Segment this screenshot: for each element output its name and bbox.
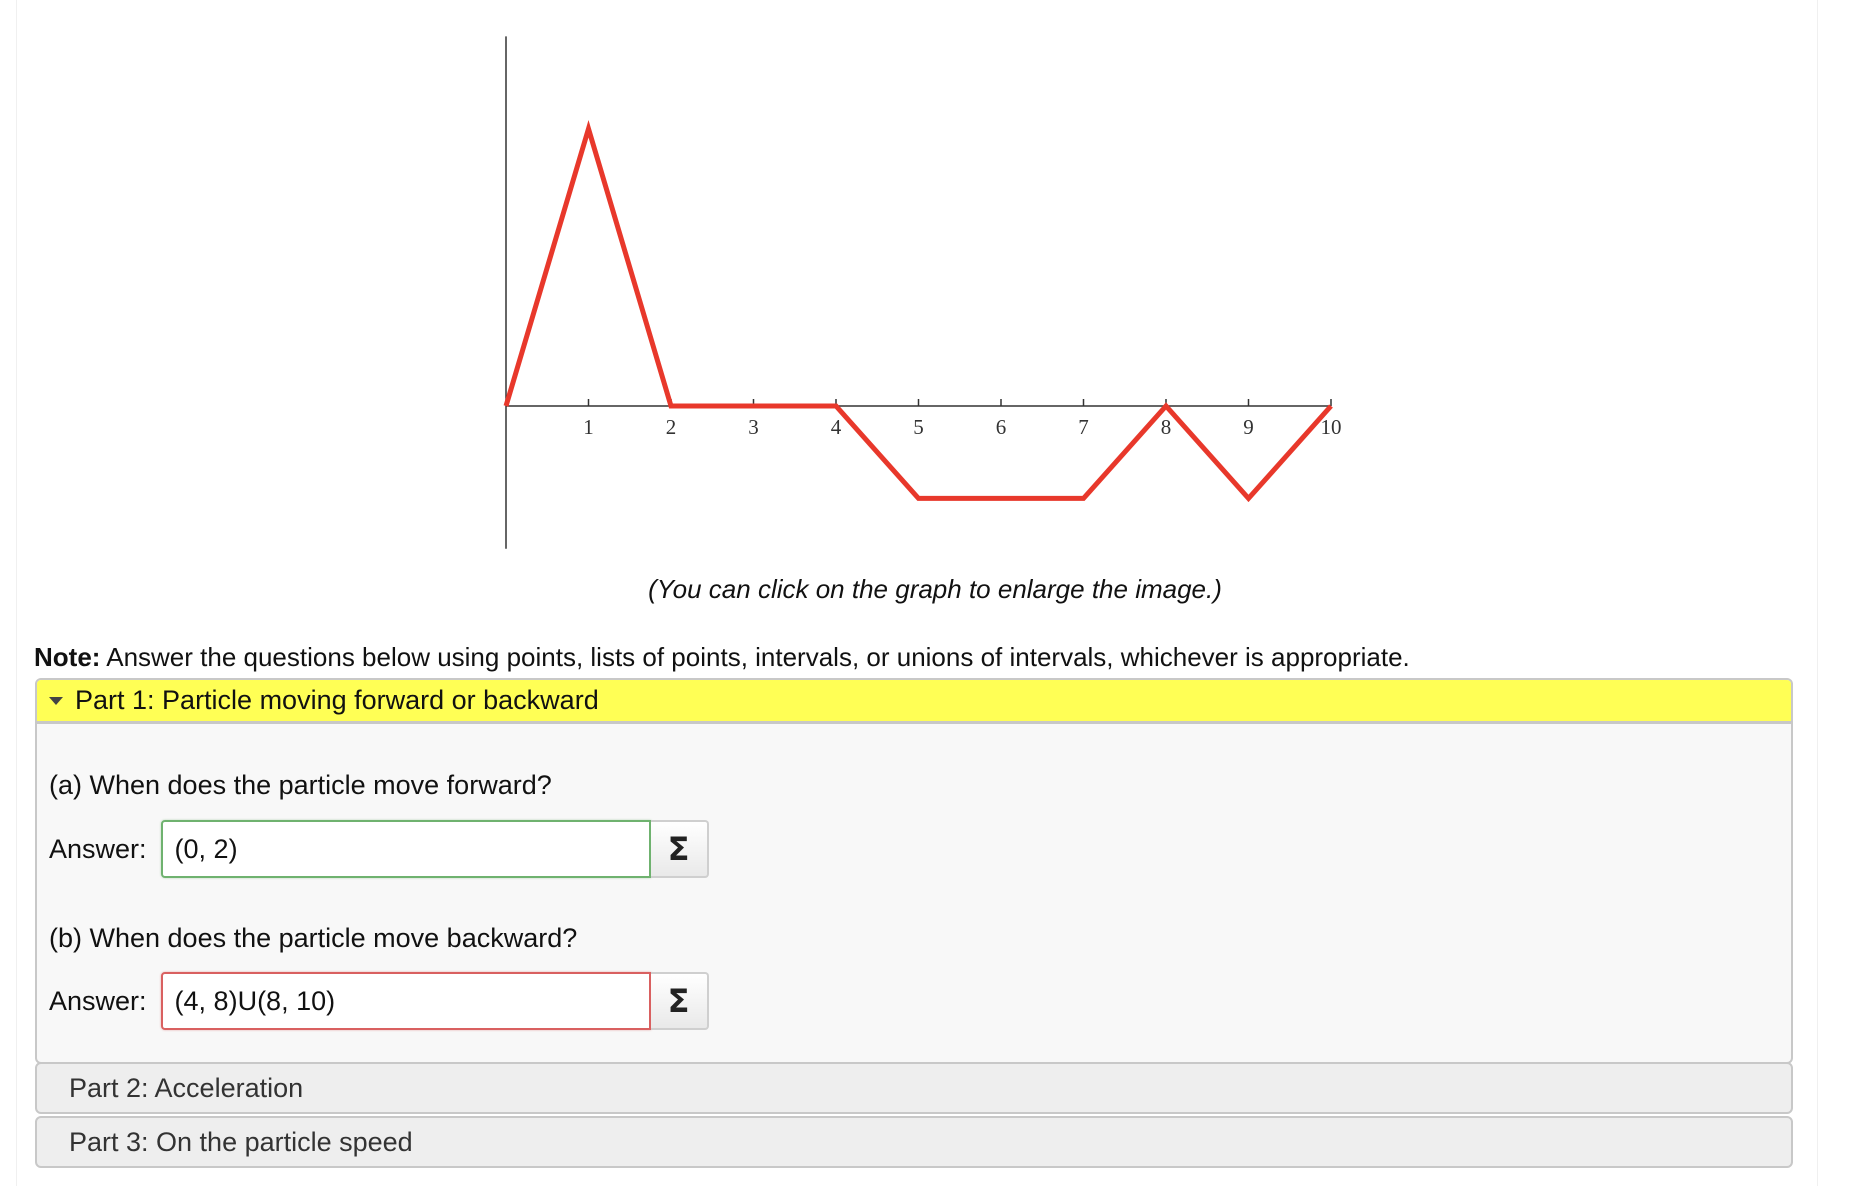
x-tick-label: 8 bbox=[1161, 415, 1172, 439]
part1-panel: Part 1: Particle moving forward or backw… bbox=[35, 678, 1793, 1064]
graph-svg: 1 2 3 4 5 6 7 8 9 10 bbox=[503, 36, 1342, 549]
note-text: Note: Answer the questions below using p… bbox=[34, 642, 1410, 673]
answer-a-input[interactable] bbox=[160, 820, 651, 878]
equation-editor-button-b[interactable]: Σ bbox=[650, 972, 709, 1030]
answer-label-a: Answer: bbox=[49, 833, 147, 864]
x-tick-label: 2 bbox=[666, 415, 677, 439]
position-curve bbox=[503, 120, 1333, 503]
x-tick-label: 5 bbox=[913, 415, 924, 439]
part3-header[interactable]: Part 3: On the particle speed bbox=[35, 1116, 1793, 1168]
answer-b-input[interactable] bbox=[160, 972, 651, 1030]
graph-caption: (You can click on the graph to enlarge t… bbox=[648, 574, 1222, 604]
part1-header[interactable]: Part 1: Particle moving forward or backw… bbox=[37, 680, 1791, 724]
question-a: (a) When does the particle move forward? bbox=[49, 770, 552, 800]
sigma-icon: Σ bbox=[667, 982, 690, 1020]
x-tick-label: 6 bbox=[996, 415, 1007, 439]
x-tick-label: 4 bbox=[831, 415, 842, 439]
question-b: (b) When does the particle move backward… bbox=[49, 923, 578, 953]
answer-row-a: Answer: Σ bbox=[49, 820, 709, 878]
part3-title: Part 3: On the particle speed bbox=[69, 1126, 413, 1157]
x-tick-label: 9 bbox=[1243, 415, 1254, 439]
sigma-icon: Σ bbox=[667, 830, 690, 868]
equation-editor-button-a[interactable]: Σ bbox=[650, 820, 709, 878]
answer-row-b: Answer: Σ bbox=[49, 972, 709, 1030]
part2-header[interactable]: Part 2: Acceleration bbox=[35, 1062, 1793, 1114]
note-body: Answer the questions below using points,… bbox=[100, 642, 1410, 672]
answer-label-b: Answer: bbox=[49, 985, 147, 1016]
x-tick-label: 3 bbox=[748, 415, 759, 439]
position-graph[interactable]: 1 2 3 4 5 6 7 8 9 10 bbox=[0, 0, 1870, 560]
note-label: Note: bbox=[34, 642, 101, 672]
x-tick-label: 1 bbox=[583, 415, 594, 439]
part1-title: Part 1: Particle moving forward or backw… bbox=[75, 685, 599, 715]
caret-down-icon bbox=[49, 696, 63, 705]
x-tick-label: 10 bbox=[1321, 415, 1342, 439]
x-tick-label: 7 bbox=[1078, 415, 1089, 439]
part2-title: Part 2: Acceleration bbox=[69, 1072, 304, 1103]
